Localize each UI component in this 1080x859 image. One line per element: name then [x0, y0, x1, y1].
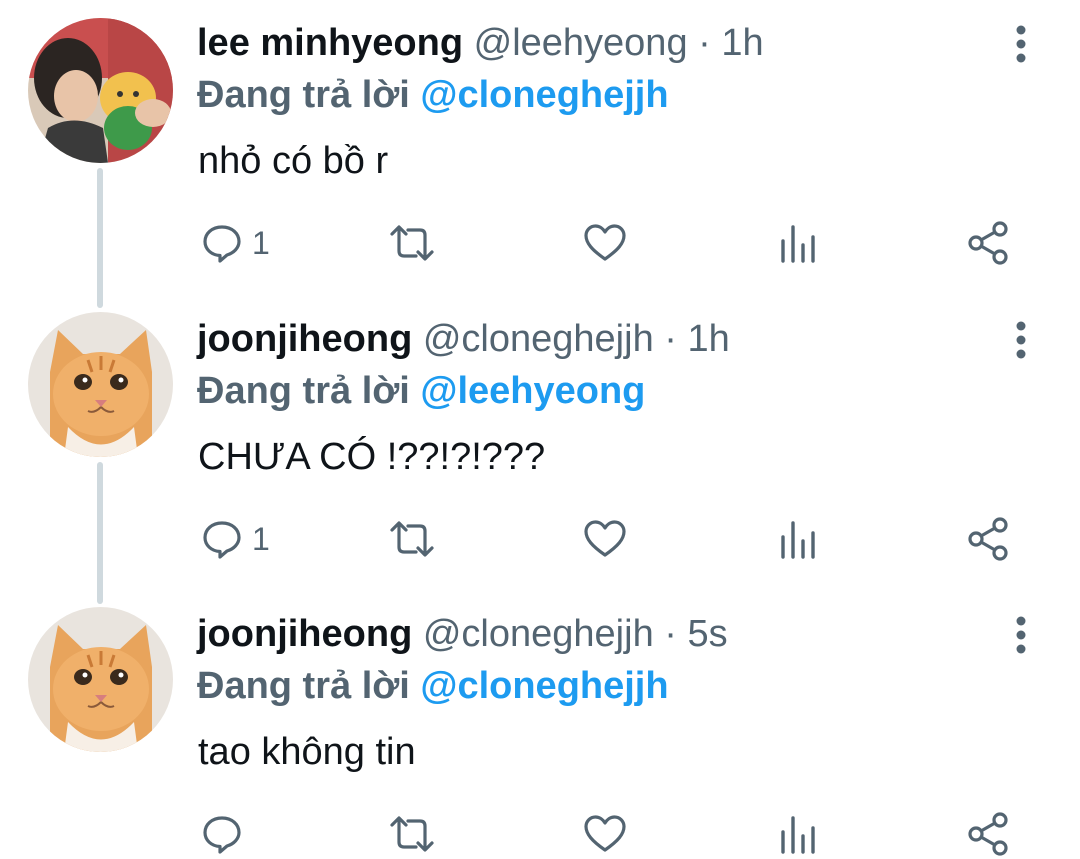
- heart-icon: [584, 520, 626, 557]
- more-options-button[interactable]: [1008, 320, 1034, 360]
- reply-prefix: Đang trả lời: [197, 74, 410, 116]
- tweet-actions: 1: [0, 514, 1080, 564]
- separator-dot: ·: [664, 613, 677, 655]
- more-options-button[interactable]: [1008, 24, 1034, 64]
- heart-icon: [584, 224, 626, 261]
- more-vertical-icon: [1016, 616, 1026, 654]
- analytics-icon: [781, 816, 815, 854]
- reply-count: 1: [252, 520, 270, 557]
- avatar[interactable]: [28, 18, 173, 163]
- retweet-button[interactable]: [388, 514, 436, 564]
- analytics-icon: [781, 225, 815, 263]
- display-name[interactable]: joonjiheong: [197, 318, 412, 360]
- share-icon: [968, 812, 1008, 856]
- separator-dot: ·: [664, 318, 677, 360]
- share-button[interactable]: [966, 218, 1012, 268]
- tweet[interactable]: joonjiheong @cloneghejjh · 1h Đang trả l…: [0, 296, 1080, 596]
- reply-button[interactable]: 1: [200, 218, 270, 268]
- share-icon: [968, 517, 1008, 561]
- display-name[interactable]: lee minhyeong: [197, 22, 463, 64]
- replying-to: Đang trả lời @leehyeong: [197, 368, 645, 414]
- avatar[interactable]: [28, 607, 173, 752]
- reply-count: 1: [252, 224, 270, 261]
- reply-button[interactable]: 1: [200, 514, 270, 564]
- separator-dot: ·: [698, 22, 711, 64]
- like-button[interactable]: [582, 218, 628, 268]
- replying-to: Đang trả lời @cloneghejjh: [197, 72, 669, 118]
- user-handle[interactable]: @leehyeong: [474, 22, 688, 64]
- share-button[interactable]: [966, 514, 1012, 564]
- tweet-text: CHƯA CÓ !??!?!???: [198, 436, 546, 478]
- avatar[interactable]: [28, 312, 173, 457]
- comment-icon: [203, 225, 241, 263]
- timestamp[interactable]: 5s: [687, 613, 727, 655]
- timestamp[interactable]: 1h: [687, 318, 729, 360]
- replying-to: Đang trả lời @cloneghejjh: [197, 663, 669, 709]
- more-options-button[interactable]: [1008, 615, 1034, 655]
- reply-mention-link[interactable]: @cloneghejjh: [420, 74, 668, 116]
- tweet-actions: 1: [0, 218, 1080, 268]
- reply-prefix: Đang trả lời: [197, 665, 410, 707]
- user-handle[interactable]: @cloneghejjh: [423, 318, 654, 360]
- more-vertical-icon: [1016, 25, 1026, 63]
- tweet[interactable]: lee minhyeong @leehyeong · 1h Đang trả l…: [0, 0, 1080, 300]
- more-vertical-icon: [1016, 321, 1026, 359]
- tweet[interactable]: joonjiheong @cloneghejjh · 5s Đang trả l…: [0, 591, 1080, 856]
- share-icon: [968, 221, 1008, 265]
- tweet-header: joonjiheong @cloneghejjh · 5s: [197, 611, 728, 657]
- reply-mention-link[interactable]: @leehyeong: [420, 370, 645, 412]
- tweet-header: lee minhyeong @leehyeong · 1h: [197, 20, 764, 66]
- heart-icon: [584, 815, 626, 852]
- orange-cat-avatar: [28, 312, 173, 457]
- like-button[interactable]: [582, 514, 628, 564]
- comment-icon: [203, 521, 241, 559]
- retweet-icon: [390, 521, 434, 557]
- comment-icon: [203, 816, 241, 854]
- views-button[interactable]: [778, 514, 818, 564]
- tweet-header: joonjiheong @cloneghejjh · 1h: [197, 316, 730, 362]
- retweet-button[interactable]: [388, 218, 436, 268]
- views-button[interactable]: [778, 218, 818, 268]
- retweet-icon: [390, 816, 434, 852]
- reply-mention-link[interactable]: @cloneghejjh: [420, 665, 668, 707]
- analytics-icon: [781, 521, 815, 559]
- user-handle[interactable]: @cloneghejjh: [423, 613, 654, 655]
- reply-prefix: Đang trả lời: [197, 370, 410, 412]
- retweet-icon: [390, 225, 434, 261]
- orange-cat-avatar: [28, 607, 173, 752]
- tweet-text: nhỏ có bồ r: [198, 140, 389, 182]
- person-with-plush-avatar: [28, 18, 173, 163]
- tweet-text: tao không tin: [198, 731, 416, 773]
- display-name[interactable]: joonjiheong: [197, 613, 412, 655]
- timestamp[interactable]: 1h: [721, 22, 763, 64]
